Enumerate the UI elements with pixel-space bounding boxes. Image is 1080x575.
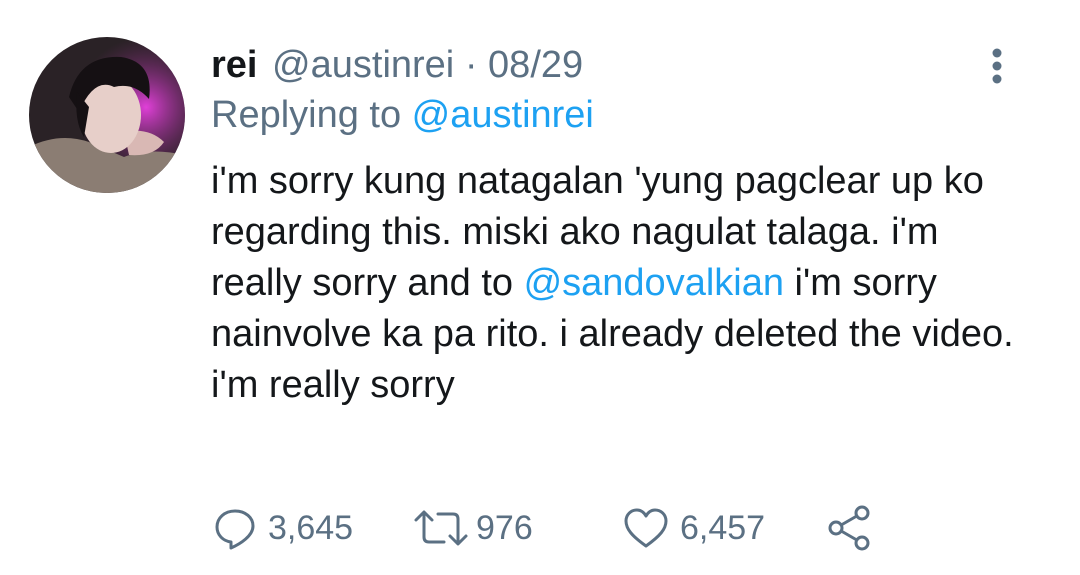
tweet[interactable]: rei @austinrei · 08/29 Replying to @aust… — [0, 0, 1080, 575]
like-button[interactable]: 6,457 — [622, 500, 765, 556]
heart-icon — [624, 508, 668, 548]
tweet-text: i'm sorry kung natagalan 'yung pagclear … — [211, 156, 1021, 411]
vertical-ellipsis-icon — [992, 48, 1002, 84]
share-button[interactable] — [824, 500, 874, 556]
action-bar: 3,645 976 6,457 — [212, 500, 912, 556]
like-count: 6,457 — [680, 508, 766, 547]
reply-button[interactable]: 3,645 — [212, 500, 353, 556]
more-options-button[interactable] — [980, 46, 1014, 86]
replying-to-handle[interactable]: @austinrei — [412, 94, 594, 136]
display-name[interactable]: rei — [211, 44, 257, 86]
replying-to-label: Replying to — [211, 94, 412, 136]
tweet-header: rei @austinrei · 08/29 — [211, 38, 1031, 92]
tweet-date[interactable]: 08/29 — [488, 44, 583, 86]
separator-dot: · — [454, 44, 489, 86]
tweet-body: rei @austinrei · 08/29 Replying to @aust… — [211, 38, 1031, 411]
retweet-icon — [414, 510, 468, 546]
avatar-image — [29, 37, 185, 193]
avatar[interactable] — [29, 37, 185, 193]
user-handle[interactable]: @austinrei — [272, 44, 454, 86]
reply-count: 3,645 — [268, 508, 354, 547]
retweet-button[interactable]: 976 — [412, 500, 533, 556]
replying-to: Replying to @austinrei — [211, 88, 1031, 142]
mention-link[interactable]: @sandovalkian — [524, 262, 784, 304]
share-icon — [828, 505, 870, 551]
retweet-count: 976 — [476, 508, 533, 547]
reply-icon — [215, 509, 255, 550]
